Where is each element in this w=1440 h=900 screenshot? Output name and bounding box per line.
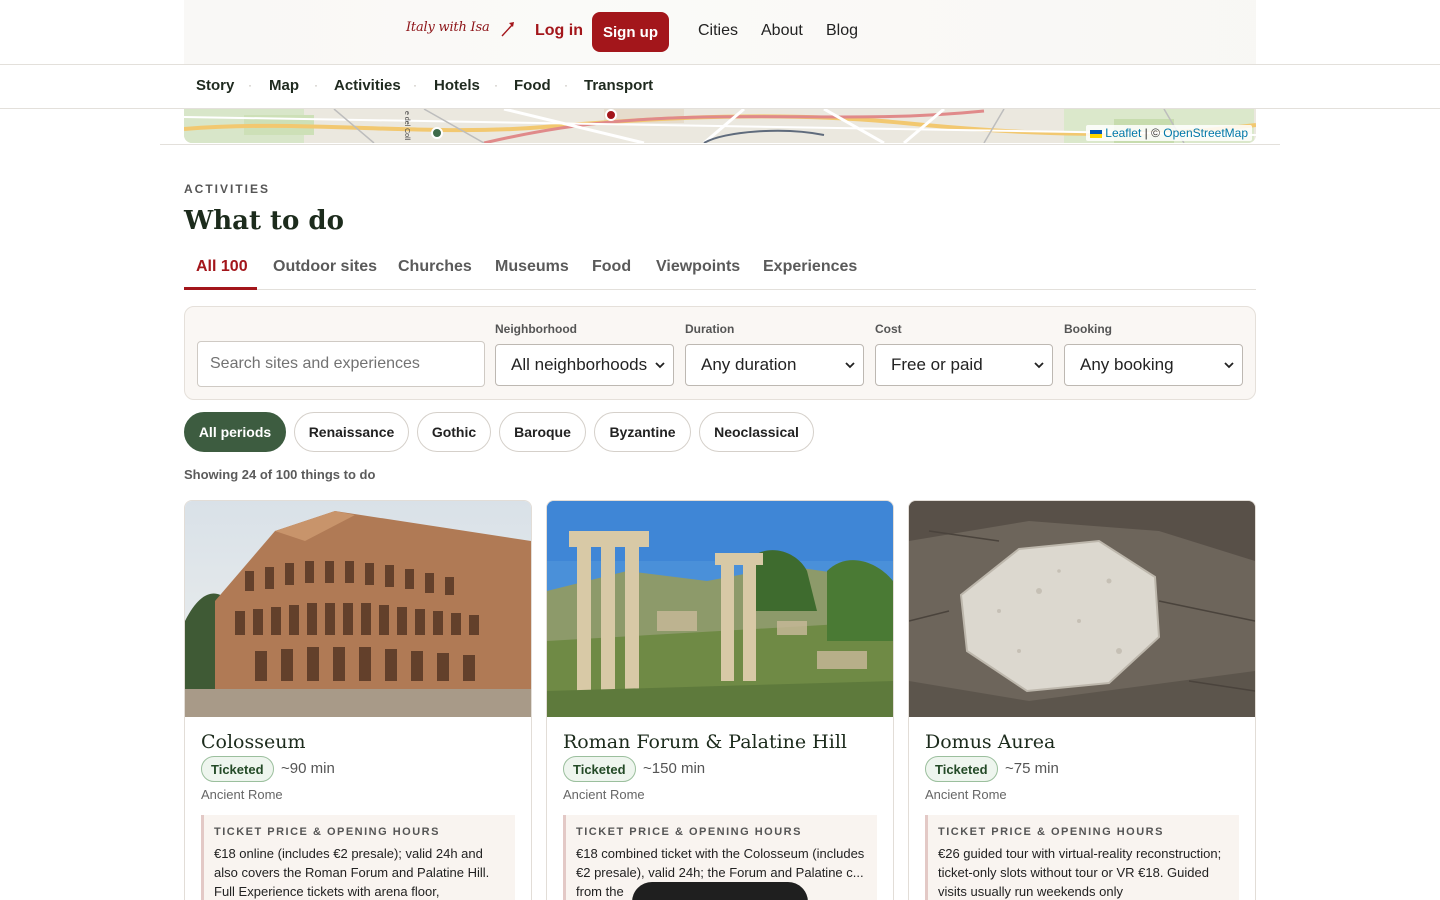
subnav-separator: · [413, 78, 417, 92]
map-marker-red[interactable] [605, 109, 617, 121]
cost-label: Cost [875, 322, 902, 336]
activity-card[interactable]: Colosseum Ticketed ~90 min Ancient Rome … [184, 500, 532, 900]
ticket-info-heading: TICKET PRICE & OPENING HOURS [214, 826, 440, 838]
chevron-down-icon [1034, 362, 1044, 369]
booking-label: Booking [1064, 322, 1112, 336]
period-pill-all[interactable]: All periods [184, 412, 286, 452]
subnav-separator: · [314, 78, 318, 92]
chevron-down-icon [655, 362, 665, 369]
subnav-food[interactable]: Food [514, 77, 551, 94]
card-title[interactable]: Colosseum [201, 731, 306, 753]
booking-value: Any booking [1080, 355, 1174, 374]
duration-select[interactable]: Any duration [685, 344, 864, 386]
duration-text: ~90 min [281, 760, 335, 777]
signup-button[interactable]: Sign up [592, 12, 669, 52]
activity-card[interactable]: Roman Forum & Palatine Hill Ticketed ~15… [546, 500, 894, 900]
period-pill-neoclassical[interactable]: Neoclassical [699, 412, 814, 452]
tab-all[interactable]: All 100 [196, 258, 248, 276]
map-marker-green[interactable] [431, 127, 443, 139]
section-nav: Story · Map · Activities · Hotels · Food… [0, 65, 1440, 109]
activity-card[interactable]: Domus Aurea Ticketed ~75 min Ancient Rom… [908, 500, 1256, 900]
nav-blog-link[interactable]: Blog [826, 22, 858, 40]
tab-churches[interactable]: Churches [398, 258, 472, 276]
period-pill-byzantine[interactable]: Byzantine [594, 412, 691, 452]
tab-viewpoints[interactable]: Viewpoints [656, 258, 740, 276]
site-logo[interactable]: Italy with Isa [406, 20, 490, 35]
login-link[interactable]: Log in [535, 22, 583, 40]
ticket-info-box: TICKET PRICE & OPENING HOURS €26 guided … [925, 815, 1239, 900]
period-pill-renaissance[interactable]: Renaissance [294, 412, 409, 452]
ticketed-badge: Ticketed [563, 756, 636, 782]
subnav-hotels[interactable]: Hotels [434, 77, 480, 94]
map-attribution: Leaflet | © OpenStreetMap [1086, 125, 1252, 141]
results-count: Showing 24 of 100 things to do [184, 467, 376, 482]
subnav-map[interactable]: Map [269, 77, 299, 94]
neighborhood-text: Ancient Rome [201, 787, 283, 802]
subnav-separator: · [494, 78, 498, 92]
tab-museums[interactable]: Museums [495, 258, 569, 276]
ticket-info-heading: TICKET PRICE & OPENING HOURS [938, 826, 1164, 838]
subnav-activities[interactable]: Activities [334, 77, 401, 94]
nav-cities-link[interactable]: Cities [698, 22, 738, 40]
ticket-info-text: €26 guided tour with virtual-reality rec… [938, 846, 1222, 899]
leaflet-link[interactable]: Leaflet [1105, 126, 1141, 140]
neighborhood-text: Ancient Rome [563, 787, 645, 802]
subnav-separator: · [564, 78, 568, 92]
neighborhood-text: Ancient Rome [925, 787, 1007, 802]
page-title: What to do [184, 206, 344, 236]
cost-select[interactable]: Free or paid [875, 344, 1053, 386]
duration-text: ~75 min [1005, 760, 1059, 777]
map-street-label: e del Coll [403, 111, 410, 141]
openstreetmap-link[interactable]: OpenStreetMap [1163, 126, 1248, 140]
floating-toolbar[interactable] [632, 882, 808, 900]
duration-value: Any duration [701, 355, 797, 374]
card-title[interactable]: Roman Forum & Palatine Hill [563, 731, 847, 753]
arrow-logo-icon [501, 22, 514, 37]
duration-label: Duration [685, 322, 735, 336]
neighborhood-label: Neighborhood [495, 322, 577, 336]
nav-about-link[interactable]: About [761, 22, 803, 40]
tab-outdoor-sites[interactable]: Outdoor sites [273, 258, 377, 276]
period-pill-gothic[interactable]: Gothic [417, 412, 491, 452]
ticket-info-heading: TICKET PRICE & OPENING HOURS [576, 826, 802, 838]
section-divider [160, 144, 1280, 145]
neighborhood-select[interactable]: All neighborhoods [495, 344, 674, 386]
search-input[interactable] [197, 341, 485, 387]
ticket-info-text: €18 online (includes €2 presale); valid … [214, 846, 490, 899]
filter-panel: Neighborhood All neighborhoods Duration … [184, 306, 1256, 400]
card-title[interactable]: Domus Aurea [925, 731, 1055, 753]
neighborhood-value: All neighborhoods [511, 355, 648, 374]
colosseum-photo [185, 501, 531, 717]
tab-experiences[interactable]: Experiences [763, 258, 857, 276]
domus-aurea-photo [909, 501, 1255, 717]
cost-value: Free or paid [891, 355, 983, 374]
subnav-story[interactable]: Story [196, 77, 234, 94]
top-header: Italy with Isa Log in Sign up Cities Abo… [0, 0, 1440, 65]
tab-food[interactable]: Food [592, 258, 631, 276]
duration-text: ~150 min [643, 760, 706, 777]
subnav-separator: · [248, 78, 252, 92]
roman-forum-photo [547, 501, 893, 717]
active-tab-indicator [184, 287, 257, 290]
chevron-down-icon [845, 362, 855, 369]
ticketed-badge: Ticketed [201, 756, 274, 782]
category-tabs: All 100 Outdoor sites Churches Museums F… [184, 250, 1256, 290]
ticket-info-box: TICKET PRICE & OPENING HOURS €18 online … [201, 815, 515, 900]
attribution-separator: | © [1144, 126, 1160, 140]
booking-select[interactable]: Any booking [1064, 344, 1243, 386]
period-pill-baroque[interactable]: Baroque [499, 412, 586, 452]
ukraine-flag-icon [1090, 129, 1103, 138]
city-map[interactable]: e del Coll Leaflet | © OpenStreetMap [184, 109, 1256, 143]
chevron-down-icon [1224, 362, 1234, 369]
section-eyebrow: ACTIVITIES [184, 182, 271, 196]
ticketed-badge: Ticketed [925, 756, 998, 782]
subnav-transport[interactable]: Transport [584, 77, 653, 94]
